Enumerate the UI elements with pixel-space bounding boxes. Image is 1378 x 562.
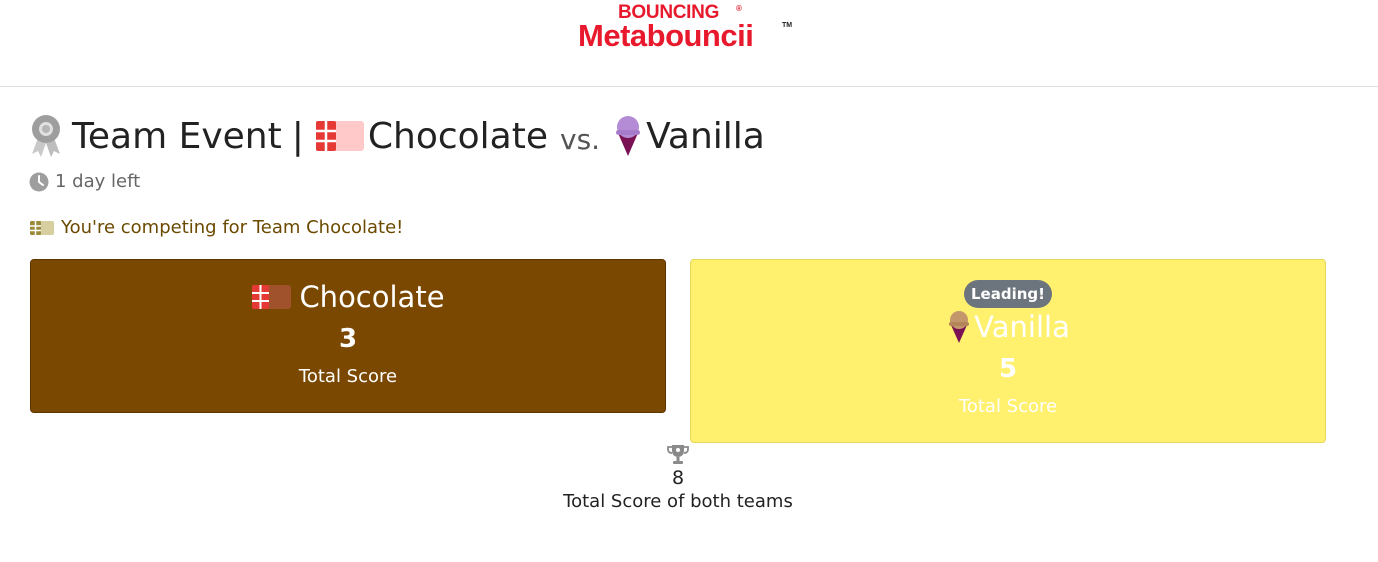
team-score-label: Total Score bbox=[958, 396, 1058, 417]
total-score-value: 8 bbox=[671, 467, 685, 489]
versus-label: vs. bbox=[560, 122, 601, 156]
clock-icon bbox=[29, 172, 49, 191]
time-left-text: 1 day left bbox=[55, 171, 141, 192]
team-b-name: Vanilla bbox=[646, 115, 765, 157]
ice-cream-icon bbox=[616, 116, 641, 156]
team-score: 5 bbox=[998, 354, 1018, 384]
team-score: 3 bbox=[338, 324, 358, 354]
team-a-name: Chocolate bbox=[367, 115, 548, 157]
title-separator: | bbox=[291, 115, 304, 157]
brand-logo-main: Metabouncii bbox=[578, 18, 754, 53]
team-card-vanilla[interactable]: Leading! Vanilla 5 Total Score bbox=[690, 259, 1326, 443]
award-ribbon-icon bbox=[32, 115, 60, 157]
team-card-header: Vanilla bbox=[691, 310, 1325, 344]
leading-badge: Leading! bbox=[964, 280, 1052, 308]
event-title: Team Event | Chocolate vs. Vanilla bbox=[28, 112, 765, 160]
combined-score: 8 Total Score of both teams bbox=[478, 443, 878, 512]
event-title-label: Team Event bbox=[72, 115, 282, 157]
team-score-label: Total Score bbox=[298, 366, 398, 387]
time-remaining: 1 day left bbox=[29, 171, 140, 192]
brand-registered-mark: ® bbox=[736, 4, 742, 13]
site-header: BOUNCING ® Metabouncii TM bbox=[0, 0, 1378, 87]
ice-cream-icon bbox=[949, 311, 970, 343]
team-card-chocolate[interactable]: Chocolate 3 Total Score bbox=[30, 259, 666, 413]
competing-notice: You're competing for Team Chocolate! bbox=[29, 217, 403, 238]
team-name: Vanilla bbox=[974, 310, 1070, 344]
competing-message: You're competing for Team Chocolate! bbox=[61, 217, 404, 238]
brand-trademark: TM bbox=[782, 22, 793, 29]
team-name: Chocolate bbox=[299, 280, 445, 314]
chocolate-bar-icon bbox=[30, 220, 54, 235]
chocolate-bar-icon bbox=[252, 285, 292, 309]
brand-logo[interactable]: BOUNCING ® Metabouncii TM bbox=[578, 2, 798, 53]
chocolate-bar-icon bbox=[315, 121, 364, 151]
total-score-label: Total Score of both teams bbox=[563, 491, 793, 512]
trophy-icon bbox=[667, 445, 689, 464]
team-card-header: Chocolate bbox=[31, 280, 665, 314]
